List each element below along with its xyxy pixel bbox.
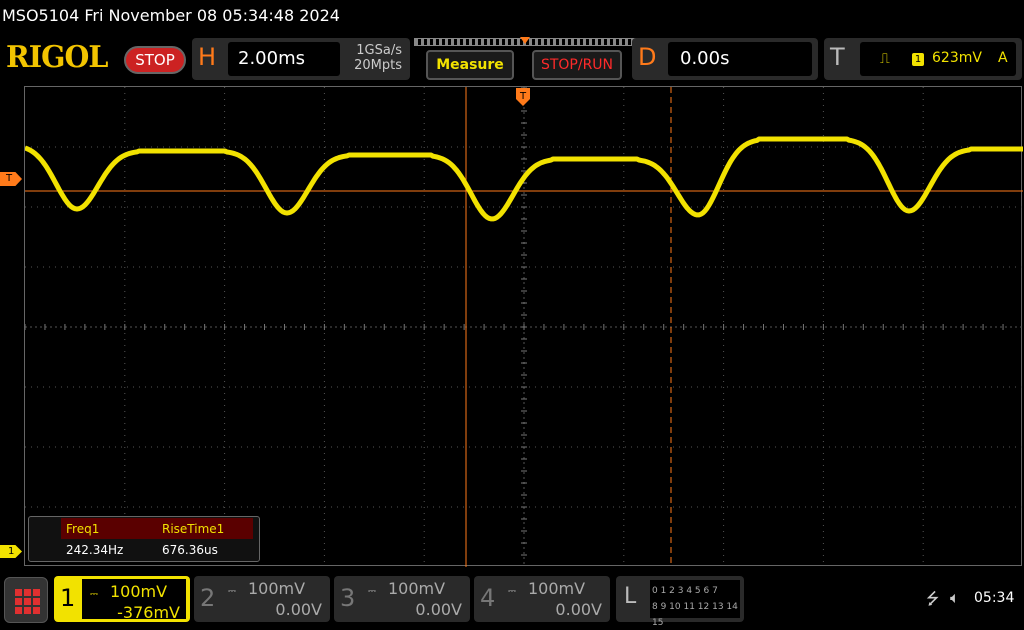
- speaker-muted-icon[interactable]: 🔈︎: [950, 588, 960, 608]
- logic-analyzer-panel[interactable]: L 0 1 2 3 4 5 6 7 8 9 10 11 12 13 14 15: [616, 576, 744, 628]
- channel-number: 1: [60, 584, 76, 612]
- digital-channels-row2: 8 9 10 11 12 13 14 15: [652, 602, 738, 628]
- timebase-value: 2.00ms: [228, 42, 340, 76]
- dc-coupling-icon: ⎓: [90, 589, 98, 600]
- menu-icon-cell: [24, 589, 31, 596]
- menu-icon-cell: [24, 598, 31, 605]
- channel-offset: 0.00V: [275, 600, 322, 619]
- acquisition-info: 1GSa/s 20Mpts: [340, 43, 402, 73]
- rigol-logo: RIGOL: [6, 40, 108, 75]
- digital-channels: 0 1 2 3 4 5 6 7 8 9 10 11 12 13 14 15: [650, 580, 740, 628]
- title-bar: MSO5104 Fri November 08 05:34:48 2024: [0, 0, 1024, 34]
- usb-icon: ⭍: [926, 589, 940, 608]
- waveform-display[interactable]: [24, 86, 1023, 567]
- stop-run-button[interactable]: STOP/RUN: [532, 50, 622, 80]
- channel-number: 3: [340, 584, 356, 612]
- measurement-name: RiseTime1: [157, 518, 253, 539]
- menu-icon-cell: [15, 607, 22, 614]
- measure-button[interactable]: Measure: [426, 50, 514, 80]
- trigger-level: 623mV: [932, 50, 982, 66]
- measurement-risetime: RiseTime1 676.36us: [157, 518, 253, 560]
- channel1-panel[interactable]: 1 ⎓ 100mV -376mV: [54, 576, 190, 622]
- window-title: MSO5104 Fri November 08 05:34:48 2024: [2, 6, 340, 25]
- menu-icon-cell: [24, 607, 31, 614]
- menu-icon-cell: [15, 598, 22, 605]
- logic-letter: L: [624, 584, 637, 609]
- trigger-mode: A: [998, 50, 1008, 66]
- horizontal-letter: H: [198, 43, 217, 71]
- measurement-freq: Freq1 242.34Hz: [61, 518, 157, 560]
- bottom-toolbar: 1 ⎓ 100mV -376mV 2 ⎓ 100mV 0.00V 3 ⎓ 100…: [0, 572, 1024, 630]
- trigger-letter: T: [830, 43, 845, 71]
- delay-panel[interactable]: D 0.00s: [632, 38, 818, 80]
- dc-coupling-icon: ⎓: [508, 586, 516, 597]
- trigger-position-marker[interactable]: T: [516, 88, 530, 106]
- channel-scale: 100mV: [110, 582, 168, 601]
- channel1-offset-marker[interactable]: 1: [0, 545, 22, 558]
- delay-value: 0.00s: [668, 42, 812, 76]
- channel-offset: -376mV: [117, 603, 180, 622]
- graticule: [25, 87, 1023, 567]
- dc-coupling-icon: ⎓: [228, 586, 236, 597]
- clock: 05:34: [974, 590, 1015, 606]
- memory-depth: 20Mpts: [354, 58, 402, 73]
- menu-icon-cell: [33, 598, 40, 605]
- svg-text:T: T: [519, 91, 527, 102]
- trigger-settings: ⎍ 1 623mV A: [860, 42, 1016, 76]
- measurement-value: 242.34Hz: [66, 543, 124, 557]
- menu-icon-cell: [33, 589, 40, 596]
- channel2-panel[interactable]: 2 ⎓ 100mV 0.00V: [194, 576, 330, 622]
- trigger-source: 1: [912, 53, 924, 66]
- main-menu-button[interactable]: [4, 577, 48, 623]
- trigger-level-marker[interactable]: T: [0, 172, 22, 186]
- channel-scale: 100mV: [248, 579, 306, 598]
- trigger-panel[interactable]: T ⎍ 1 623mV A: [824, 38, 1022, 80]
- measurement-name: Freq1: [61, 518, 157, 539]
- menu-icon-cell: [33, 607, 40, 614]
- digital-channels-row1: 0 1 2 3 4 5 6 7: [652, 586, 718, 596]
- channel4-panel[interactable]: 4 ⎓ 100mV 0.00V: [474, 576, 610, 622]
- rising-edge-icon: ⎍: [880, 51, 890, 67]
- measurement-value: 676.36us: [162, 543, 218, 557]
- dc-coupling-icon: ⎓: [368, 586, 376, 597]
- channel-offset: 0.00V: [555, 600, 602, 619]
- channel-number: 2: [200, 584, 216, 612]
- sample-rate: 1GSa/s: [356, 43, 402, 58]
- measurement-results: Freq1 242.34Hz RiseTime1 676.36us: [28, 516, 260, 562]
- top-toolbar: RIGOL STOP H 2.00ms 1GSa/s 20Mpts Measur…: [0, 34, 1024, 84]
- channel3-panel[interactable]: 3 ⎓ 100mV 0.00V: [334, 576, 470, 622]
- channel1-settings: ⎓ 100mV -376mV: [82, 579, 186, 622]
- delay-letter: D: [638, 43, 657, 71]
- channel-number: 4: [480, 584, 496, 612]
- memory-position-marker: [520, 37, 530, 44]
- menu-icon: [15, 589, 22, 596]
- run-state-indicator[interactable]: STOP: [124, 46, 186, 74]
- horizontal-panel[interactable]: H 2.00ms 1GSa/s 20Mpts: [192, 38, 410, 80]
- channel-offset: 0.00V: [415, 600, 462, 619]
- channel-scale: 100mV: [388, 579, 446, 598]
- channel-scale: 100mV: [528, 579, 586, 598]
